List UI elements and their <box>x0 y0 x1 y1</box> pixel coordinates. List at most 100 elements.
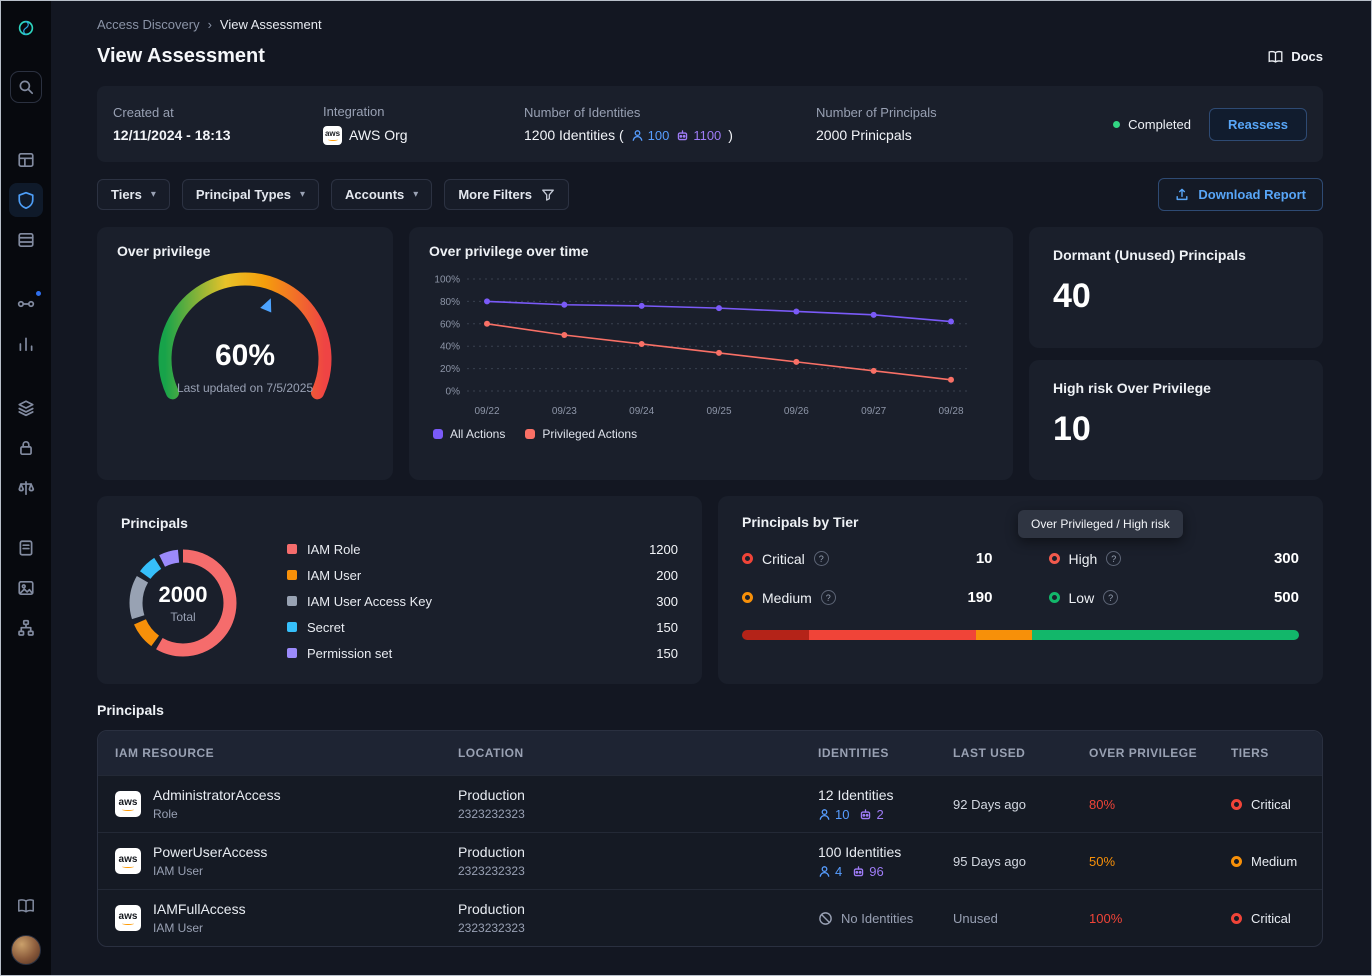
medium-tier-icon <box>742 592 753 603</box>
nonhuman-identity-icon <box>859 808 872 821</box>
notification-badge <box>34 289 43 298</box>
donut-legend: IAM Role1200 IAM User200 IAM User Access… <box>287 520 678 661</box>
svg-text:09/28: 09/28 <box>938 406 963 417</box>
table-row[interactable]: aws PowerUserAccess IAM User Production … <box>98 832 1322 889</box>
integration-label: Integration <box>323 104 524 119</box>
status-badge: Completed <box>1113 117 1191 132</box>
donut-total: 2000 <box>159 582 208 608</box>
legend-item-permission-set: Permission set150 <box>287 646 678 661</box>
svg-text:09/25: 09/25 <box>706 406 731 417</box>
principals-label: Number of Principals <box>816 105 1113 120</box>
book-icon[interactable] <box>9 889 43 923</box>
search-icon[interactable] <box>10 71 42 103</box>
legend-swatch-all-actions <box>433 429 443 439</box>
tier-item-high: High ? 300 <box>1049 550 1300 567</box>
location-id: 2323232323 <box>458 864 818 878</box>
over-privilege-over-time-card: Over privilege over time 0%20%40%60%80%1… <box>409 227 1013 480</box>
created-at-label: Created at <box>113 105 323 120</box>
legend-swatch-privileged-actions <box>525 429 535 439</box>
chevron-down-icon: ▾ <box>300 189 305 200</box>
human-identity-count: 100 <box>648 128 670 143</box>
legend-item-iam-role: IAM Role1200 <box>287 542 678 557</box>
document-icon[interactable] <box>9 531 43 565</box>
swatch-permission-set <box>287 648 297 658</box>
col-tiers: TIERS <box>1231 746 1322 760</box>
docs-button[interactable]: Docs <box>1267 49 1323 64</box>
last-used: Unused <box>953 911 1089 926</box>
tier-label: Low <box>1069 590 1095 606</box>
tier-item-medium: Medium ? 190 <box>742 589 993 606</box>
grid-icon[interactable] <box>9 143 43 177</box>
resource-type: Role <box>153 807 281 821</box>
identities-close-paren: ) <box>728 127 733 143</box>
help-icon[interactable]: ? <box>814 551 829 566</box>
high-risk-value: 10 <box>1053 410 1299 449</box>
more-filters-button[interactable]: More Filters <box>444 179 569 210</box>
pipeline-icon[interactable] <box>9 287 43 321</box>
principals-donut-card: Principals 2000 Total IAM Role1200 IAM U… <box>97 496 702 684</box>
resource-name: AdministratorAccess <box>153 787 281 803</box>
gauge-needle <box>260 296 276 313</box>
svg-text:09/26: 09/26 <box>784 406 809 417</box>
layers-icon[interactable] <box>9 391 43 425</box>
nonhuman-count: 96 <box>869 864 883 879</box>
location-name: Production <box>458 787 818 803</box>
principals-field: Number of Principals 2000 Prinicpals <box>816 105 1113 143</box>
line-chart: 0%20%40%60%80%100%09/2209/2309/2409/2509… <box>429 269 985 419</box>
aws-icon: aws <box>115 848 141 874</box>
bar-chart-icon[interactable] <box>9 327 43 361</box>
table-row[interactable]: aws AdministratorAccess Role Production … <box>98 775 1322 832</box>
identities-count: No Identities <box>841 911 913 926</box>
accounts-filter-button[interactable]: Accounts▾ <box>331 179 432 210</box>
help-icon[interactable]: ? <box>821 590 836 605</box>
help-icon[interactable]: ? <box>1103 590 1118 605</box>
tier-name: Critical <box>1251 797 1291 812</box>
principal-types-filter-button[interactable]: Principal Types ▾ <box>182 179 319 210</box>
gauge-card-title: Over privilege <box>117 243 373 259</box>
table-row[interactable]: aws IAMFullAccess IAM User Production 23… <box>98 889 1322 946</box>
svg-text:40%: 40% <box>440 342 460 353</box>
over-privilege-value: 80% <box>1089 797 1231 812</box>
table-section-title: Principals <box>97 702 1323 718</box>
chevron-down-icon: ▾ <box>151 189 156 200</box>
donut-chart: 2000 Total <box>121 541 245 665</box>
tiers-filter-button[interactable]: Tiers ▾ <box>97 179 170 210</box>
scale-icon[interactable] <box>9 471 43 505</box>
breadcrumb-separator: › <box>208 17 212 32</box>
image-icon[interactable] <box>9 571 43 605</box>
rows-icon[interactable] <box>9 223 43 257</box>
download-report-button[interactable]: Download Report <box>1158 178 1323 211</box>
tier-name: Medium <box>1251 854 1297 869</box>
user-avatar[interactable] <box>11 935 41 965</box>
resource-type: IAM User <box>153 864 267 878</box>
svg-text:09/24: 09/24 <box>629 406 654 417</box>
tier-value: 190 <box>967 589 992 606</box>
breadcrumb: Access Discovery › View Assessment <box>97 17 1323 32</box>
col-location: LOCATION <box>458 746 818 760</box>
col-over-privilege: OVER PRIVILEGE <box>1089 746 1231 760</box>
tiers-filter-label: Tiers <box>111 187 142 202</box>
principal-types-filter-label: Principal Types <box>196 187 291 202</box>
legend-label: IAM User Access Key <box>307 594 432 609</box>
legend-item-secret: Secret150 <box>287 620 678 635</box>
low-tier-icon <box>1049 592 1060 603</box>
page-title: View Assessment <box>97 45 265 68</box>
nonhuman-identity-icon <box>676 129 689 142</box>
breadcrumb-root[interactable]: Access Discovery <box>97 17 200 32</box>
human-count: 4 <box>835 864 842 879</box>
tier-item-critical: Critical ? 10 <box>742 550 993 567</box>
hierarchy-icon[interactable] <box>9 611 43 645</box>
shield-icon[interactable] <box>9 183 43 217</box>
last-used: 92 Days ago <box>953 797 1089 812</box>
aws-icon: aws <box>115 905 141 931</box>
tier-label: High <box>1069 551 1098 567</box>
svg-text:0%: 0% <box>446 387 461 398</box>
lock-icon[interactable] <box>9 431 43 465</box>
svg-text:09/23: 09/23 <box>552 406 577 417</box>
reassess-button[interactable]: Reassess <box>1209 108 1307 141</box>
principals-by-tier-card: Principals by Tier Over Privileged / Hig… <box>718 496 1323 684</box>
svg-text:09/27: 09/27 <box>861 406 886 417</box>
help-icon[interactable]: ? <box>1106 551 1121 566</box>
location-id: 2323232323 <box>458 807 818 821</box>
svg-text:80%: 80% <box>440 297 460 308</box>
